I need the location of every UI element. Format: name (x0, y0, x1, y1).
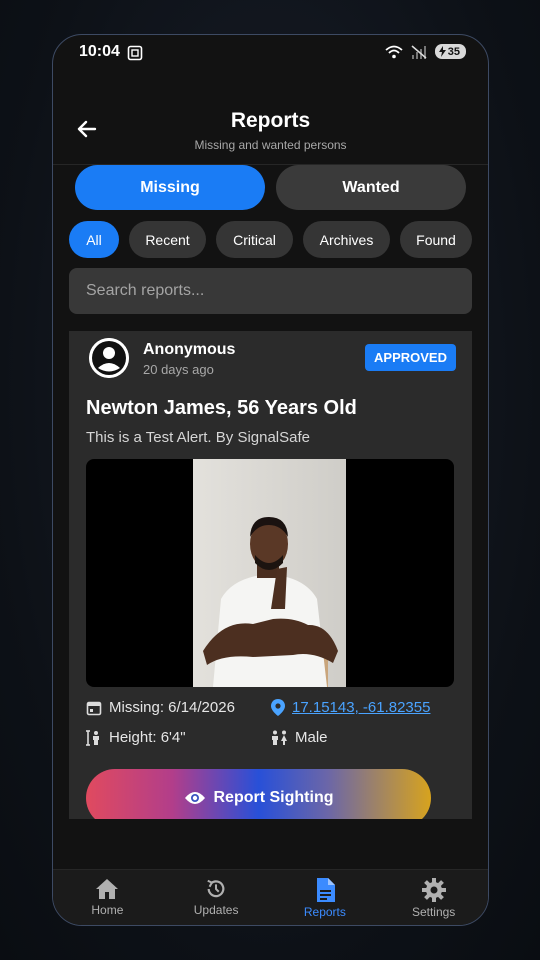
chip-critical[interactable]: Critical (216, 221, 293, 258)
calendar-icon (86, 701, 102, 715)
people-icon (272, 730, 287, 745)
battery-indicator: 35 (434, 44, 466, 59)
nav-reports-label: Reports (303, 905, 346, 919)
nav-home-label: Home (91, 903, 124, 917)
nav-home[interactable]: Home (53, 870, 162, 925)
status-time: 10:04 (79, 43, 120, 60)
nav-updates-label: Updates (193, 903, 239, 917)
gender-value: Male (295, 729, 328, 746)
report-author: Anonymous (143, 341, 236, 358)
nav-settings[interactable]: Settings (379, 870, 488, 925)
person-name: Newton James, 56 Years Old (86, 397, 357, 419)
home-icon (96, 879, 119, 899)
phone-frame: 10:04 35 Reports Missing and wanted pers… (52, 34, 489, 926)
missing-date-row: Missing: 6/14/2026 (86, 699, 235, 716)
report-time: 20 days ago (143, 362, 214, 377)
nav-reports[interactable]: Reports (271, 870, 380, 925)
status-bar: 10:04 35 (53, 35, 488, 71)
screenshot-icon (127, 45, 143, 61)
page-title: Reports (230, 109, 311, 132)
chip-recent[interactable]: Recent (129, 221, 206, 258)
document-icon (316, 878, 335, 902)
tab-missing[interactable]: Missing (75, 165, 265, 210)
person-portrait (193, 459, 346, 687)
wifi-icon (385, 45, 403, 58)
app-header: Reports Missing and wanted persons (53, 95, 488, 165)
signal-off-icon (411, 44, 427, 59)
charging-icon (438, 46, 446, 57)
status-badge: APPROVED (365, 344, 456, 371)
person-photo[interactable] (86, 459, 454, 687)
status-icons: 35 (385, 44, 466, 59)
person-icon (89, 338, 129, 378)
avatar (89, 338, 129, 378)
chip-found[interactable]: Found (400, 221, 472, 258)
filter-chips: All Recent Critical Archives Found (69, 221, 472, 258)
tab-wanted[interactable]: Wanted (276, 165, 466, 210)
report-sighting-button[interactable]: Report Sighting (86, 769, 431, 819)
bottom-nav: Home Updates Reports Settings (53, 869, 488, 925)
report-sighting-label: Report Sighting (213, 789, 334, 806)
page-subtitle: Missing and wanted persons (194, 138, 347, 152)
eye-icon (184, 792, 205, 804)
gear-icon (421, 878, 446, 902)
location-pin-icon (271, 699, 285, 716)
height-value: Height: 6'4" (109, 729, 186, 746)
height-icon (86, 729, 99, 746)
chip-archives[interactable]: Archives (303, 221, 390, 258)
nav-settings-label: Settings (411, 905, 456, 919)
battery-level: 35 (447, 45, 460, 58)
chip-all[interactable]: All (69, 221, 119, 258)
search-box[interactable] (69, 268, 472, 314)
history-icon (207, 879, 225, 898)
report-description: This is a Test Alert. By SignalSafe (86, 429, 310, 446)
gender-row: Male (271, 729, 328, 746)
nav-updates[interactable]: Updates (162, 870, 271, 925)
missing-date: Missing: 6/14/2026 (109, 699, 235, 716)
report-card[interactable]: Anonymous 20 days ago APPROVED Newton Ja… (69, 331, 472, 819)
location-row[interactable]: 17.15143, -61.82355 (271, 699, 430, 716)
height-row: Height: 6'4" (86, 729, 186, 746)
search-input[interactable] (69, 268, 472, 314)
location-link[interactable]: 17.15143, -61.82355 (292, 699, 430, 716)
